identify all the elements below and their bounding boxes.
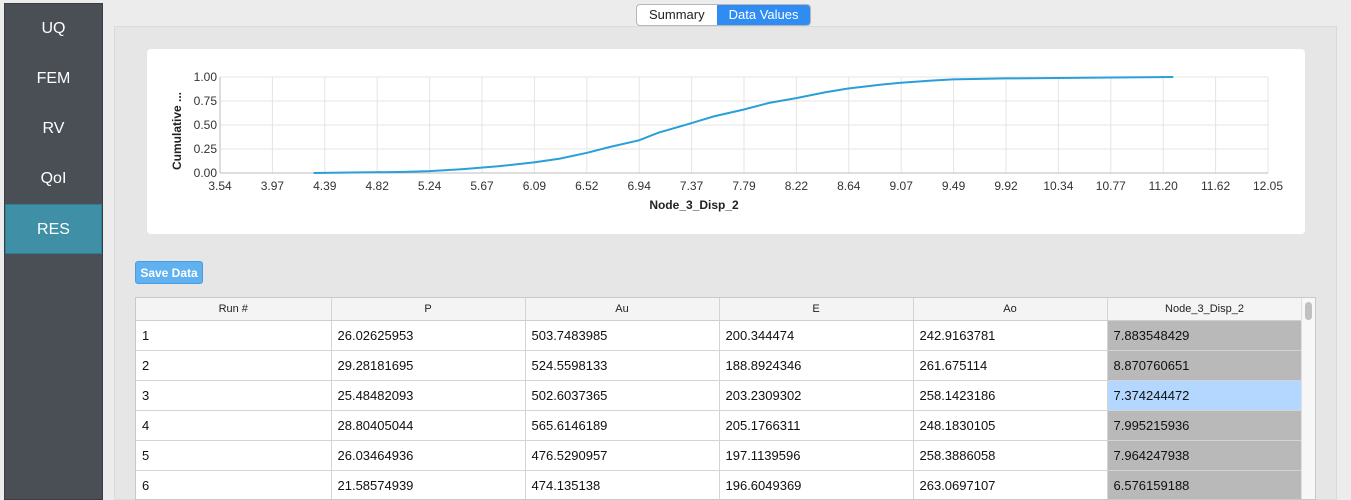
table-cell[interactable]: 6.576159188	[1107, 470, 1303, 499]
tab-summary[interactable]: Summary	[637, 5, 717, 25]
table-row: 4 28.80405044 565.6146189 205.1766311 24…	[136, 410, 1303, 441]
table-cell[interactable]: 196.6049369	[719, 470, 914, 499]
column-header-run[interactable]: Run #	[136, 298, 332, 321]
x-tick-label: 8.22	[785, 179, 809, 193]
cdf-chart: 3.54 3.97 4.39 4.82 5.24 5.67 6.09 6.52 6.94 7.37…	[170, 70, 1283, 212]
table-cell[interactable]: 7.964247938	[1107, 440, 1303, 471]
table-cell[interactable]: 28.80405044	[331, 410, 526, 441]
table-cell[interactable]: 7.883548429	[1107, 320, 1303, 351]
save-data-button[interactable]: Save Data	[135, 261, 203, 284]
table-cell[interactable]: 258.3886058	[913, 440, 1108, 471]
x-tick-label: 4.82	[366, 179, 390, 193]
x-tick-label: 9.49	[942, 179, 966, 193]
x-tick-label: 8.64	[837, 179, 861, 193]
table-cell[interactable]: 26.02625953	[331, 320, 526, 351]
table-cell[interactable]: 263.0697107	[913, 470, 1108, 499]
table-cell[interactable]: 502.6037365	[525, 380, 720, 411]
x-tick-label: 6.09	[523, 179, 547, 193]
sidebar-item-rv[interactable]: RV	[5, 104, 102, 154]
data-table: Run # P Au E Ao Node_3_Disp_2 1 26.02625…	[135, 297, 1316, 500]
table-cell[interactable]: 26.03464936	[331, 440, 526, 471]
x-tick-label: 5.24	[418, 179, 442, 193]
y-tick-label: 0.00	[194, 166, 218, 180]
x-tick-label: 11.20	[1149, 179, 1178, 193]
x-tick-label: 3.97	[261, 179, 285, 193]
table-vertical-scrollbar[interactable]	[1301, 298, 1315, 499]
table-cell-selected[interactable]: 7.374244472	[1107, 380, 1303, 411]
table-cell[interactable]: 4	[136, 410, 332, 441]
chart-card: 3.54 3.97 4.39 4.82 5.24 5.67 6.09 6.52 6.94 7.37…	[147, 49, 1305, 234]
table-cell[interactable]: 6	[136, 470, 332, 499]
table-cell[interactable]: 8.870760651	[1107, 350, 1303, 381]
column-header-ao[interactable]: Ao	[913, 298, 1108, 321]
x-tick-label: 11.62	[1201, 179, 1230, 193]
scrollbar-thumb[interactable]	[1305, 302, 1312, 320]
table-cell[interactable]: 524.5598133	[525, 350, 720, 381]
table-row: 1 26.02625953 503.7483985 200.344474 242…	[136, 320, 1303, 351]
table-cell[interactable]: 503.7483985	[525, 320, 720, 351]
tab-data-values[interactable]: Data Values	[716, 5, 811, 25]
x-tick-label: 12.05	[1253, 179, 1283, 193]
sidebar: UQ FEM RV QoI RES	[4, 3, 103, 500]
sidebar-item-fem[interactable]: FEM	[5, 54, 102, 104]
y-tick-label: 0.75	[194, 94, 218, 108]
table-cell[interactable]: 21.58574939	[331, 470, 526, 499]
table-cell[interactable]: 25.48482093	[331, 380, 526, 411]
column-header-p[interactable]: P	[331, 298, 526, 321]
table-row: 6 21.58574939 474.135138 196.6049369 263…	[136, 470, 1303, 499]
table-cell[interactable]: 203.2309302	[719, 380, 914, 411]
table-row: 2 29.28181695 524.5598133 188.8924346 26…	[136, 350, 1303, 381]
sidebar-item-uq[interactable]: UQ	[5, 4, 102, 54]
table-cell[interactable]: 476.5290957	[525, 440, 720, 471]
y-tick-label: 1.00	[194, 70, 218, 84]
table-cell[interactable]: 188.8924346	[719, 350, 914, 381]
x-tick-label: 5.67	[470, 179, 494, 193]
column-header-au[interactable]: Au	[525, 298, 720, 321]
y-tick-label: 0.25	[194, 142, 218, 156]
y-tick-label: 0.50	[194, 118, 218, 132]
x-tick-label: 10.34	[1043, 179, 1073, 193]
table-header-row: Run # P Au E Ao Node_3_Disp_2	[136, 298, 1303, 321]
table-cell[interactable]: 3	[136, 380, 332, 411]
column-header-e[interactable]: E	[719, 298, 914, 321]
sidebar-item-qoi[interactable]: QoI	[5, 154, 102, 204]
x-tick-label: 9.92	[994, 179, 1018, 193]
table-cell[interactable]: 258.1423186	[913, 380, 1108, 411]
x-tick-label: 7.79	[732, 179, 756, 193]
table-cell[interactable]: 7.995215936	[1107, 410, 1303, 441]
x-tick-label: 7.37	[680, 179, 704, 193]
table-cell[interactable]: 200.344474	[719, 320, 914, 351]
x-tick-label: 6.52	[575, 179, 599, 193]
table-cell[interactable]: 5	[136, 440, 332, 471]
x-axis-label: Node_3_Disp_2	[649, 198, 739, 212]
x-tick-label: 9.07	[890, 179, 914, 193]
y-axis-label: Cumulative ...	[170, 92, 184, 170]
x-tick-label: 6.94	[628, 179, 652, 193]
view-segmented-control: Summary Data Values	[636, 4, 812, 26]
table-cell[interactable]: 197.1139596	[719, 440, 914, 471]
table-cell[interactable]: 29.28181695	[331, 350, 526, 381]
table-cell[interactable]: 261.675114	[913, 350, 1108, 381]
table-cell[interactable]: 474.135138	[525, 470, 720, 499]
column-header-node-3-disp-2[interactable]: Node_3_Disp_2	[1107, 298, 1303, 321]
table-cell[interactable]: 242.9163781	[913, 320, 1108, 351]
x-tick-label: 10.77	[1096, 179, 1126, 193]
table-cell[interactable]: 248.1830105	[913, 410, 1108, 441]
table-cell[interactable]: 205.1766311	[719, 410, 914, 441]
x-tick-label: 4.39	[313, 179, 337, 193]
table-cell[interactable]: 1	[136, 320, 332, 351]
table-row: 3 25.48482093 502.6037365 203.2309302 25…	[136, 380, 1303, 411]
x-tick-label: 3.54	[208, 179, 232, 193]
sidebar-item-res[interactable]: RES	[5, 204, 102, 254]
table-row: 5 26.03464936 476.5290957 197.1139596 25…	[136, 440, 1303, 471]
table-cell[interactable]: 565.6146189	[525, 410, 720, 441]
table-cell[interactable]: 2	[136, 350, 332, 381]
